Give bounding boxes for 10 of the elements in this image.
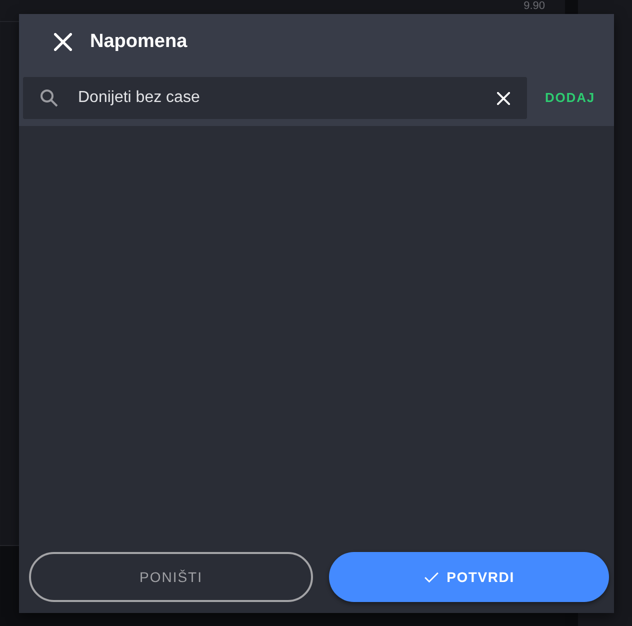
cancel-button[interactable]: PONIŠTI: [29, 552, 313, 602]
check-icon: [424, 572, 439, 582]
clear-icon[interactable]: [497, 92, 510, 105]
dialog-title: Napomena: [90, 30, 188, 54]
close-icon[interactable]: [54, 33, 72, 51]
search-icon: [40, 89, 58, 107]
price-text: 9.90: [524, 1, 545, 14]
confirm-button[interactable]: POTVRDI: [329, 552, 609, 602]
add-button[interactable]: DODAJ: [545, 88, 596, 108]
search-field[interactable]: Donijeti bez case: [23, 77, 527, 119]
